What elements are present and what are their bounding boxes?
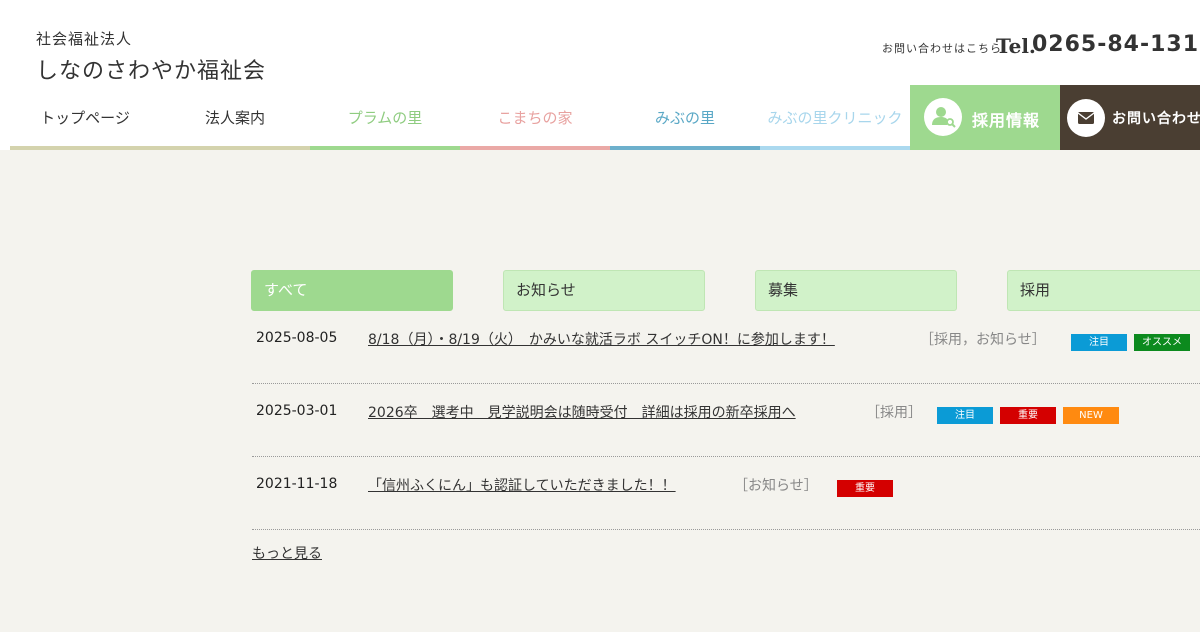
nav-item-label: みぶの里クリニック	[767, 109, 903, 127]
mail-icon	[1067, 99, 1105, 137]
logo-subtitle: 社会福祉法人	[36, 30, 133, 48]
phone-number[interactable]: 0265-84-1311	[1032, 32, 1200, 57]
site-header: 社会福祉法人 しなのさわやか福祉会 お問い合わせはこちら Tel. 0265-8…	[0, 0, 1200, 150]
contact-label: お問い合わせはこちら	[882, 42, 1002, 55]
news-row: 2021-11-18 「信州ふくにん」も認証していただきました！！ ［お知らせ］…	[252, 457, 1200, 530]
nav-item-plum[interactable]: プラムの里	[310, 86, 460, 150]
nav-item-underline	[160, 146, 310, 150]
tab-hiring[interactable]: 採用	[1007, 270, 1200, 311]
news-category: ［採用］	[866, 405, 922, 421]
nav-item-mibu[interactable]: みぶの里	[610, 86, 760, 150]
news-date: 2025-08-05	[256, 330, 338, 346]
nav-item-about[interactable]: 法人案内	[160, 86, 310, 150]
more-link[interactable]: もっと見る	[252, 543, 322, 563]
tab-all[interactable]: すべて	[251, 270, 453, 311]
nav-item-label: みぶの里	[654, 109, 715, 127]
badge-recommended: オススメ	[1134, 334, 1190, 351]
nav-item-underline	[610, 146, 760, 150]
nav-item-label: トップページ	[40, 109, 130, 127]
badge-important: 重要	[837, 480, 893, 497]
contact-label: お問い合わせ	[1112, 111, 1200, 127]
nav-item-mibu-clinic[interactable]: みぶの里クリニック	[760, 86, 910, 150]
site-logo[interactable]: 社会福祉法人 しなのさわやか福祉会	[36, 28, 266, 85]
news-date: 2021-11-18	[256, 476, 338, 492]
user-search-icon	[924, 98, 962, 136]
badge-featured: 注目	[1071, 334, 1127, 351]
contact-button[interactable]: お問い合わせ	[1060, 85, 1200, 150]
badge-new: NEW	[1063, 407, 1119, 424]
news-title-link[interactable]: 「信州ふくにん」も認証していただきました！！	[368, 475, 676, 495]
logo-title: しなのさわやか福祉会	[36, 59, 267, 84]
nav-item-underline	[460, 146, 610, 150]
nav-item-komachi[interactable]: こまちの家	[460, 86, 610, 150]
nav-item-underline	[760, 146, 910, 150]
nav-item-underline	[310, 146, 460, 150]
nav-item-top[interactable]: トップページ	[10, 86, 160, 150]
nav-item-underline	[10, 146, 160, 150]
badge-featured: 注目	[937, 407, 993, 424]
news-date: 2025-03-01	[256, 403, 338, 419]
news-title-link[interactable]: 2026卒 選考中 見学説明会は随時受付 詳細は採用の新卒採用へ	[368, 402, 796, 422]
news-title-link[interactable]: 8/18（月）・8/19（火） かみいな就活ラボ スイッチON！に参加します！	[368, 329, 835, 349]
nav-item-label: こまちの家	[497, 109, 573, 127]
news-row: 2025-03-01 2026卒 選考中 見学説明会は随時受付 詳細は採用の新卒…	[252, 384, 1200, 457]
badge-important: 重要	[1000, 407, 1056, 424]
recruit-button[interactable]: 採用情報	[910, 85, 1060, 150]
tab-recruitment[interactable]: 募集	[755, 270, 957, 311]
news-category: ［採用，お知らせ］	[920, 332, 1046, 348]
nav-item-label: プラムの里	[347, 109, 423, 127]
news-category: ［お知らせ］	[734, 478, 818, 494]
recruit-label: 採用情報	[972, 111, 1041, 130]
phone-contact[interactable]: お問い合わせはこちら Tel. 0265-84-1311	[882, 32, 1200, 62]
tel-icon: Tel.	[996, 34, 1036, 58]
nav-item-label: 法人案内	[204, 109, 265, 127]
news-row: 2025-08-05 8/18（月）・8/19（火） かみいな就活ラボ スイッチ…	[252, 311, 1200, 384]
tab-news[interactable]: お知らせ	[503, 270, 705, 311]
